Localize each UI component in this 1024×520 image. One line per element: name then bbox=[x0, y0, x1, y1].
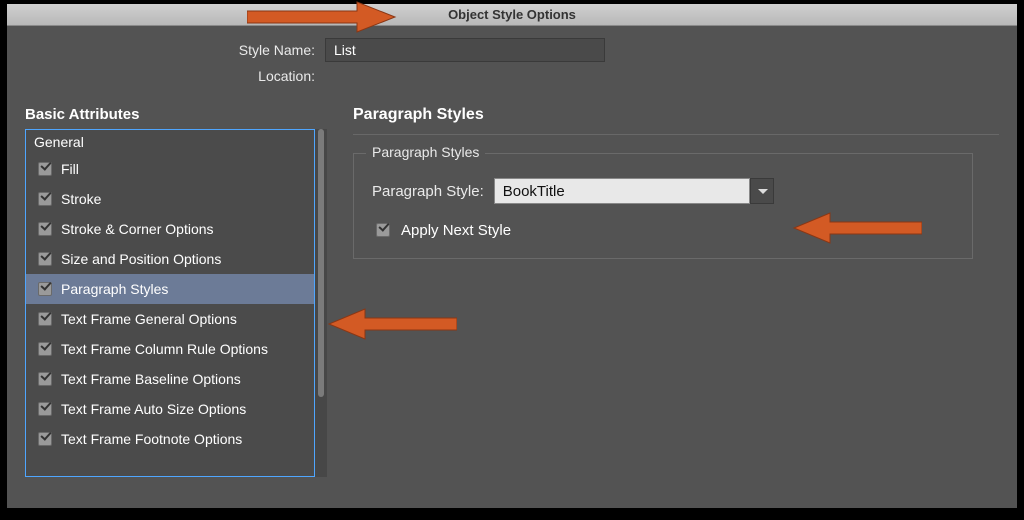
sidebar-item-label: Stroke & Corner Options bbox=[61, 221, 214, 237]
sidebar-item[interactable]: Stroke & Corner Options bbox=[26, 214, 314, 244]
sidebar-item[interactable]: Text Frame Footnote Options bbox=[26, 424, 314, 454]
fieldset-legend: Paragraph Styles bbox=[366, 144, 485, 160]
location-label: Location: bbox=[25, 68, 325, 84]
sidebar-item-checkbox[interactable] bbox=[38, 342, 52, 356]
dialog-title: Object Style Options bbox=[448, 7, 576, 22]
apply-next-style-label[interactable]: Apply Next Style bbox=[401, 222, 511, 239]
sidebar-scrollbar[interactable] bbox=[315, 129, 327, 477]
sidebar-item-checkbox[interactable] bbox=[38, 312, 52, 326]
sidebar-scroll-thumb[interactable] bbox=[318, 129, 324, 397]
sidebar-item-checkbox[interactable] bbox=[38, 402, 52, 416]
sidebar-item-label: Stroke bbox=[61, 191, 101, 207]
dialog-titlebar: Object Style Options bbox=[7, 4, 1017, 26]
sidebar-item-checkbox[interactable] bbox=[38, 162, 52, 176]
paragraph-style-select[interactable]: BookTitle bbox=[494, 178, 774, 204]
sidebar-item[interactable]: Text Frame Column Rule Options bbox=[26, 334, 314, 364]
sidebar-item-checkbox[interactable] bbox=[38, 372, 52, 386]
basic-attributes-header: Basic Attributes bbox=[25, 106, 327, 129]
style-name-input[interactable] bbox=[325, 38, 605, 62]
sidebar-item-general[interactable]: General bbox=[26, 130, 314, 154]
sidebar-item-label: Text Frame Baseline Options bbox=[61, 371, 241, 387]
sidebar-item-label: Text Frame Auto Size Options bbox=[61, 401, 246, 417]
sidebar-item[interactable]: Text Frame Auto Size Options bbox=[26, 394, 314, 424]
sidebar-item-checkbox[interactable] bbox=[38, 222, 52, 236]
sidebar-item-label: Text Frame General Options bbox=[61, 311, 237, 327]
sidebar-item-label: Text Frame Footnote Options bbox=[61, 431, 242, 447]
sidebar-item-checkbox[interactable] bbox=[38, 192, 52, 206]
sidebar-item-label: Fill bbox=[61, 161, 79, 177]
paragraph-style-value: BookTitle bbox=[494, 178, 750, 204]
paragraph-style-label: Paragraph Style: bbox=[372, 183, 484, 200]
sidebar-item-checkbox[interactable] bbox=[38, 282, 52, 296]
main-panel-header: Paragraph Styles bbox=[353, 106, 484, 124]
sidebar-item[interactable]: Size and Position Options bbox=[26, 244, 314, 274]
basic-attributes-list[interactable]: General Fill Stroke Stroke & Corner Options… bbox=[25, 129, 315, 477]
sidebar-item[interactable]: Stroke bbox=[26, 184, 314, 214]
sidebar-item[interactable]: Fill bbox=[26, 154, 314, 184]
paragraph-styles-fieldset: Paragraph Styles Paragraph Style: BookTi… bbox=[353, 153, 973, 259]
apply-next-style-checkbox[interactable] bbox=[376, 223, 390, 237]
sidebar-item[interactable]: Text Frame General Options bbox=[26, 304, 314, 334]
sidebar-item[interactable]: Text Frame Baseline Options bbox=[26, 364, 314, 394]
sidebar-item-label: Text Frame Column Rule Options bbox=[61, 341, 268, 357]
sidebar-item-label: Size and Position Options bbox=[61, 251, 221, 267]
sidebar-item-checkbox[interactable] bbox=[38, 432, 52, 446]
sidebar-item-label: Paragraph Styles bbox=[61, 281, 168, 297]
object-style-options-dialog: Object Style Options Style Name: Locatio… bbox=[7, 4, 1017, 508]
sidebar-item-checkbox[interactable] bbox=[38, 252, 52, 266]
style-name-label: Style Name: bbox=[25, 42, 325, 58]
chevron-down-icon[interactable] bbox=[750, 178, 774, 204]
sidebar-item[interactable]: Paragraph Styles bbox=[26, 274, 314, 304]
